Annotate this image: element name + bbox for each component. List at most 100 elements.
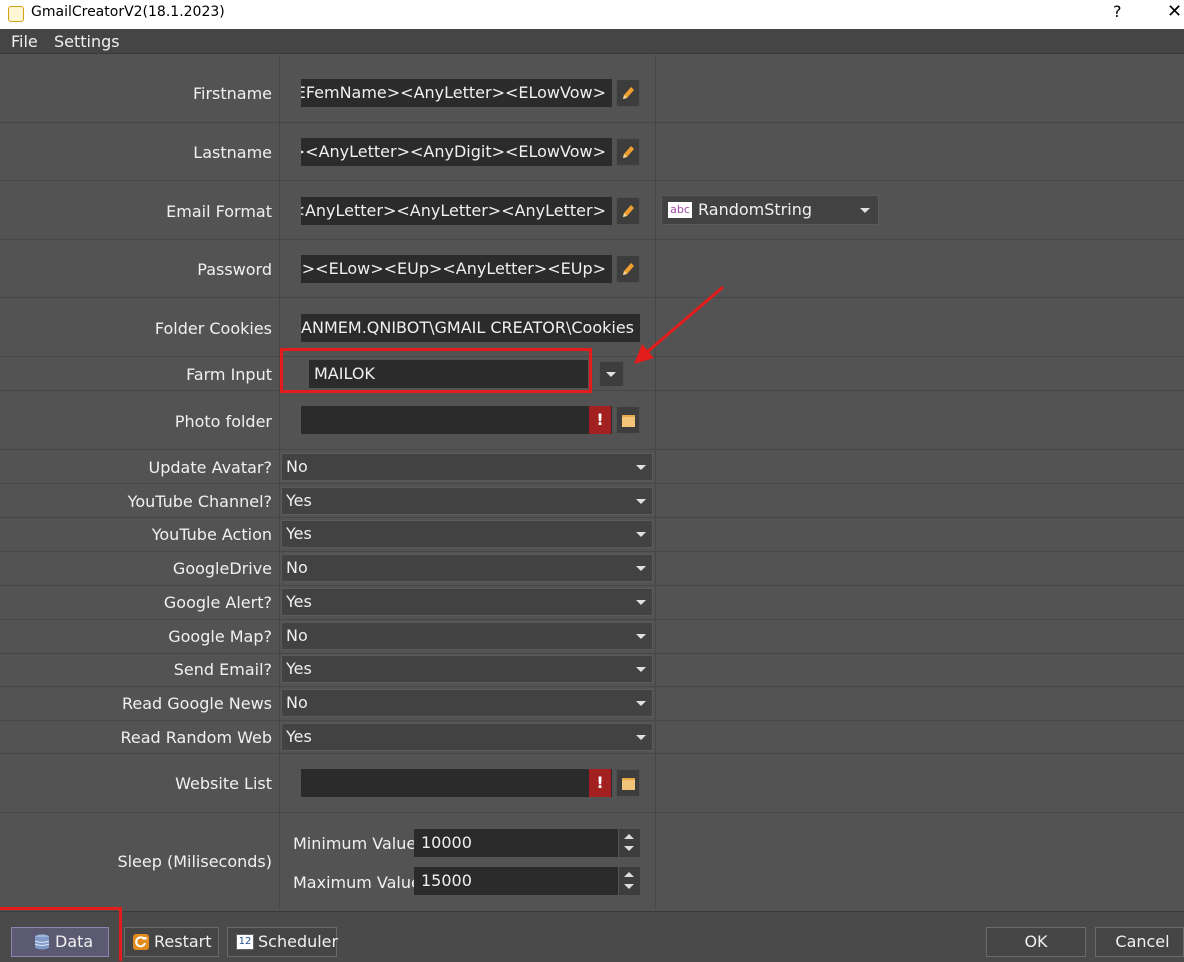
label-read-random-web: Read Random Web: [120, 728, 273, 747]
menu-settings[interactable]: Settings: [54, 32, 120, 51]
dropdown-value: Yes: [286, 659, 312, 678]
restart-button[interactable]: Restart: [124, 927, 219, 957]
label-youtube-action: YouTube Action: [151, 525, 272, 544]
help-button[interactable]: ?: [1113, 2, 1122, 21]
window-title: GmailCreatorV2(18.1.2023): [31, 4, 225, 20]
row-farm-input: [0, 357, 1184, 391]
google-map-dropdown[interactable]: No: [281, 622, 653, 650]
lastname-input[interactable]: ame><AnyLetter><AnyDigit><ELowVow>: [301, 138, 612, 166]
menu-bar: File Settings: [0, 29, 1184, 54]
password-input[interactable]: nbers><ELow><EUp><AnyLetter><EUp>: [301, 255, 612, 283]
chevron-down-icon: [636, 735, 646, 740]
google-alert-dropdown[interactable]: Yes: [281, 588, 653, 616]
chevron-down-icon: [636, 667, 646, 672]
label-photo-folder: Photo folder: [174, 412, 272, 431]
dropdown-value: Yes: [286, 524, 312, 543]
firstname-value: <EFemName><AnyLetter><ELowVow>: [301, 83, 606, 102]
annotation-box: [0, 907, 122, 961]
website-list-input[interactable]: [301, 769, 612, 797]
label-read-google-news: Read Google News: [121, 694, 272, 713]
chevron-down-icon: [636, 701, 646, 706]
password-value: nbers><ELow><EUp><AnyLetter><EUp>: [301, 259, 606, 278]
ok-button[interactable]: OK: [986, 927, 1086, 957]
chevron-down-icon: [636, 600, 646, 605]
edit-password-button[interactable]: [616, 255, 640, 283]
max-value-label: Maximum Value: [293, 873, 421, 892]
pencil-icon: [623, 87, 634, 99]
arrow-up-icon[interactable]: [624, 834, 634, 839]
google-drive-dropdown[interactable]: No: [281, 554, 653, 582]
arrow-down-icon[interactable]: [624, 884, 634, 889]
read-google-news-dropdown[interactable]: No: [281, 689, 653, 717]
min-value: 10000: [421, 833, 472, 852]
scheduler-button[interactable]: 12 Scheduler: [227, 927, 338, 957]
label-youtube-channel: YouTube Channel?: [127, 492, 272, 511]
spin-buttons[interactable]: [618, 829, 640, 857]
send-email-dropdown[interactable]: Yes: [281, 655, 653, 683]
edit-lastname-button[interactable]: [616, 138, 640, 166]
title-bar: GmailCreatorV2(18.1.2023) ? ✕: [0, 0, 1184, 29]
label-google-map: Google Map?: [168, 627, 272, 646]
label-sleep: Sleep (Miliseconds): [117, 852, 272, 871]
max-value-spinbox[interactable]: 15000: [414, 867, 640, 895]
email-format-input[interactable]: ow><AnyLetter><AnyLetter><AnyLetter>: [301, 197, 612, 225]
calendar-icon: 12: [236, 934, 254, 950]
folder-icon: [622, 415, 635, 427]
firstname-input[interactable]: <EFemName><AnyLetter><ELowVow>: [301, 79, 612, 107]
pencil-icon: [623, 205, 634, 217]
photo-folder-input[interactable]: [301, 406, 612, 434]
restart-icon: [133, 934, 149, 950]
app-icon: [8, 6, 24, 22]
column-divider: [279, 55, 280, 910]
edit-email-format-button[interactable]: [616, 197, 640, 225]
email-type-value: RandomString: [698, 200, 812, 219]
warning-icon: !: [589, 769, 611, 797]
label-send-email: Send Email?: [173, 660, 272, 679]
bottom-bar: Data Restart 12 Scheduler OK Cancel: [0, 911, 1184, 962]
annotation-arrow: [634, 285, 724, 364]
update-avatar-dropdown[interactable]: No: [281, 453, 653, 481]
dropdown-value: No: [286, 558, 308, 577]
abc-icon: abc: [668, 202, 692, 218]
label-password: Password: [197, 260, 272, 279]
browse-website-list-button[interactable]: [616, 769, 640, 797]
chevron-down-icon: [860, 208, 870, 213]
warning-icon: !: [589, 406, 611, 434]
label-firstname: Firstname: [192, 84, 272, 103]
chevron-down-icon: [636, 634, 646, 639]
read-random-web-dropdown[interactable]: Yes: [281, 723, 653, 751]
dropdown-value: No: [286, 693, 308, 712]
youtube-channel-dropdown[interactable]: Yes: [281, 487, 653, 515]
column-divider: [655, 55, 656, 910]
folder-cookies-input[interactable]: ..PHANMEM.QNIBOT\GMAIL CREATOR\Cookies: [301, 314, 640, 342]
youtube-action-dropdown[interactable]: Yes: [281, 520, 653, 548]
cancel-button[interactable]: Cancel: [1095, 927, 1184, 957]
menu-file[interactable]: File: [11, 32, 38, 51]
email-format-value: ow><AnyLetter><AnyLetter><AnyLetter>: [301, 201, 606, 220]
label-folder-cookies: Folder Cookies: [154, 319, 272, 338]
label-google-alert: Google Alert?: [163, 593, 272, 612]
email-type-dropdown[interactable]: abc RandomString: [661, 195, 879, 225]
chevron-down-icon: [636, 499, 646, 504]
arrow-up-icon[interactable]: [624, 872, 634, 877]
chevron-down-icon: [636, 465, 646, 470]
close-button[interactable]: ✕: [1167, 1, 1182, 22]
min-value-spinbox[interactable]: 10000: [414, 829, 640, 857]
pencil-icon: [623, 146, 634, 158]
label-email-format: Email Format: [166, 202, 272, 221]
label-google-drive: GoogleDrive: [172, 559, 272, 578]
chevron-down-icon: [636, 532, 646, 537]
arrow-down-icon[interactable]: [624, 846, 634, 851]
chevron-down-icon: [606, 372, 616, 377]
edit-firstname-button[interactable]: [616, 79, 640, 107]
spin-buttons[interactable]: [618, 867, 640, 895]
dropdown-value: No: [286, 457, 308, 476]
max-value: 15000: [421, 871, 472, 890]
label-website-list: Website List: [175, 774, 272, 793]
label-update-avatar: Update Avatar?: [148, 458, 272, 477]
dropdown-value: No: [286, 626, 308, 645]
browse-photo-folder-button[interactable]: [616, 406, 640, 434]
label-lastname: Lastname: [193, 143, 272, 162]
pencil-icon: [623, 263, 634, 275]
min-value-label: Minimum Value: [293, 834, 417, 853]
